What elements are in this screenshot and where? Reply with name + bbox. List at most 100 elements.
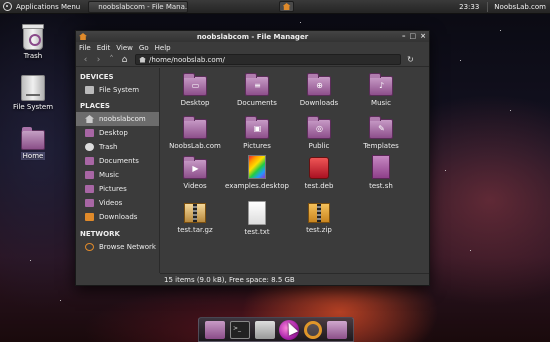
status-bar: 15 items (9.0 kB), Free space: 8.5 GB [160, 273, 429, 285]
terminal-icon[interactable] [229, 320, 250, 339]
window-titlebar[interactable]: noobslabcom - File Manager – □ × [76, 31, 429, 42]
file-manager-window: noobslabcom - File Manager – □ × File Ed… [75, 30, 430, 286]
home-button[interactable]: ⌂ [119, 54, 130, 65]
sidebar-item-documents[interactable]: Documents [76, 154, 159, 168]
desktop-icon-file-system[interactable]: File System [11, 75, 55, 111]
sidebar-item-videos[interactable]: Videos [76, 196, 159, 210]
sidebar-heading-network: NETWORK [80, 230, 120, 238]
music-folder-icon [85, 171, 94, 179]
clock[interactable]: 23:33 [459, 3, 479, 11]
applications-menu-button[interactable]: Applications Menu [0, 0, 84, 14]
file-label: test.tar.gz [177, 226, 213, 234]
menubar: File Edit View Go Help [76, 42, 429, 53]
menu-help[interactable]: Help [155, 44, 171, 52]
file-item-test-sh[interactable]: test.sh [349, 155, 413, 190]
taskbar-button-label: noobslabcom - File Mana... [98, 2, 189, 11]
menu-view[interactable]: View [116, 44, 133, 52]
file-item-test-tar-gz[interactable]: test.tar.gz [163, 203, 227, 234]
menu-file[interactable]: File [79, 44, 91, 52]
folder-icon[interactable] [326, 320, 347, 339]
arrow-right-icon: › [96, 54, 101, 65]
downloads-folder-icon [85, 213, 94, 221]
sidebar-item-label: Trash [99, 143, 118, 151]
file-item-documents[interactable]: ≡ Documents [225, 73, 289, 107]
sidebar-item-trash[interactable]: Trash [76, 140, 159, 154]
trash-icon [22, 24, 44, 50]
taskbar-file-manager-button[interactable]: noobslabcom - File Mana... [88, 0, 189, 13]
menu-edit[interactable]: Edit [97, 44, 111, 52]
sidebar-item-label: Browse Network [99, 243, 156, 251]
file-item-test-txt[interactable]: test.txt [225, 201, 289, 236]
file-label: Music [371, 99, 391, 107]
file-label: NoobsLab.com [169, 142, 221, 150]
minimize-icon[interactable]: – [402, 32, 406, 41]
location-path: /home/noobslab.com/ [149, 55, 225, 64]
file-item-test-zip[interactable]: test.zip [287, 203, 351, 234]
home-icon: ⌂ [121, 54, 128, 65]
reload-icon: ↻ [407, 55, 414, 64]
file-label: Documents [237, 99, 277, 107]
top-panel: Applications Menu noobslabcom - File Man… [0, 0, 550, 14]
sidebar-item-pictures[interactable]: Pictures [76, 182, 159, 196]
sidebar-item-label: Music [99, 171, 119, 179]
toolbar: ‹ › ˄ ⌂ /home/noobslab.com/ ↻ [76, 53, 429, 67]
desktop-folder-icon [85, 129, 94, 137]
close-icon[interactable]: × [420, 32, 426, 41]
home-icon [282, 3, 291, 10]
back-button[interactable]: ‹ [80, 54, 91, 65]
file-label: test.zip [306, 226, 332, 234]
folder-icon[interactable] [205, 320, 226, 339]
file-manager-body: DEVICES File System PLACES noobslabcom D… [76, 68, 429, 273]
files-icon[interactable] [254, 320, 275, 339]
sidebar-item-browse-network[interactable]: Browse Network [76, 240, 159, 254]
file-item-templates[interactable]: ✎ Templates [349, 116, 413, 150]
desktop-icon-trash[interactable]: Trash [11, 24, 55, 60]
user-name[interactable]: NoobsLab.com [494, 3, 546, 11]
file-item-pictures[interactable]: ▣ Pictures [225, 116, 289, 150]
file-item-music[interactable]: ♪ Music [349, 73, 413, 107]
package-icon [309, 157, 329, 179]
file-item-examples-desktop[interactable]: examples.desktop [225, 155, 289, 190]
search-icon[interactable] [303, 320, 322, 339]
videos-folder-icon: ▶ [183, 156, 207, 179]
menu-go[interactable]: Go [139, 44, 149, 52]
sidebar-item-label: Pictures [99, 185, 127, 193]
file-label: Public [308, 142, 330, 150]
file-item-videos[interactable]: ▶ Videos [163, 156, 227, 190]
sidebar-heading-places: PLACES [80, 102, 110, 110]
location-bar[interactable]: /home/noobslab.com/ [135, 54, 401, 65]
sidebar-item-label: Downloads [99, 213, 138, 221]
sidebar-item-downloads[interactable]: Downloads [76, 210, 159, 224]
sidebar-item-label: Videos [99, 199, 123, 207]
sidebar-item-home[interactable]: noobslabcom [76, 112, 159, 126]
reload-button[interactable]: ↻ [405, 54, 416, 65]
forward-button[interactable]: › [93, 54, 104, 65]
applications-menu-label: Applications Menu [16, 2, 81, 11]
maximize-icon[interactable]: □ [410, 32, 417, 41]
sidebar-item-desktop[interactable]: Desktop [76, 126, 159, 140]
file-item-public[interactable]: ◎ Public [287, 116, 351, 150]
desktop-icon-home[interactable]: Home [11, 127, 55, 160]
file-item-noobslab[interactable]: NoobsLab.com [163, 116, 227, 150]
sidebar-item-file-system[interactable]: File System [76, 83, 159, 97]
up-button[interactable]: ˄ [106, 54, 117, 65]
drive-icon [21, 75, 45, 101]
sidebar-item-music[interactable]: Music [76, 168, 159, 182]
file-label: test.sh [369, 182, 393, 190]
home-folder-icon [21, 127, 45, 150]
sidebar-item-label: noobslabcom [99, 115, 146, 123]
music-folder-icon: ♪ [369, 73, 393, 96]
sidebar-heading-devices: DEVICES [80, 73, 114, 81]
archive-icon [184, 203, 206, 223]
sidebar-item-label: Documents [99, 157, 139, 165]
file-label: test.deb [304, 182, 334, 190]
file-label: test.txt [244, 228, 270, 236]
desktop-folder-icon: ▭ [183, 73, 207, 96]
file-item-test-deb[interactable]: test.deb [287, 157, 351, 190]
tray-home-button[interactable] [279, 1, 295, 12]
separator [487, 2, 489, 12]
pictures-folder-icon: ▣ [245, 116, 269, 139]
file-item-downloads[interactable]: ⊕ Downloads [287, 73, 351, 107]
status-text: 15 items (9.0 kB), Free space: 8.5 GB [164, 275, 295, 284]
file-item-desktop[interactable]: ▭ Desktop [163, 73, 227, 107]
